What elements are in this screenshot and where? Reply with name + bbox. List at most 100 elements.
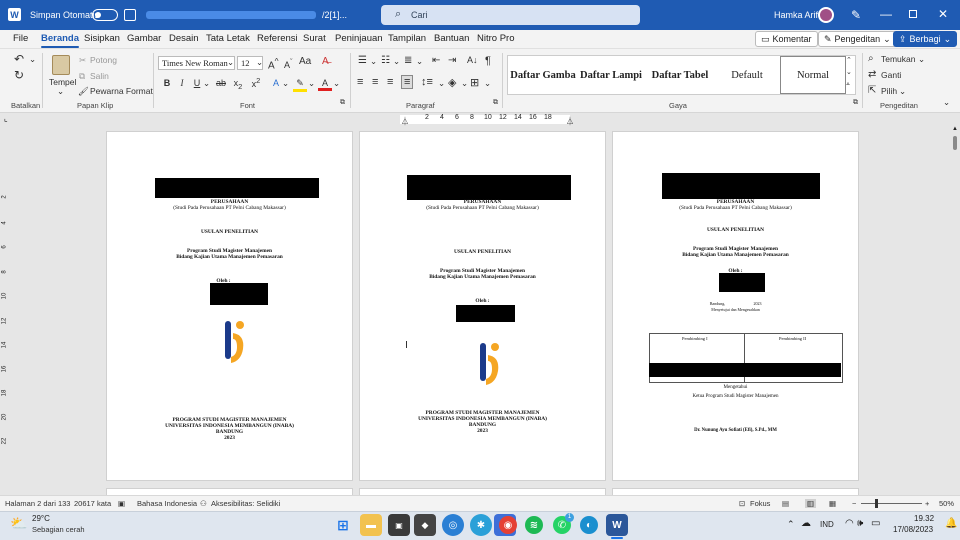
document-page-1[interactable]: PERUSAHAAN (Studi Pada Perusahaan PT Pel… <box>106 131 353 481</box>
text-effects-dropdown-icon[interactable]: ⌄ <box>282 78 289 89</box>
line-spacing-dropdown-icon[interactable]: ⌄ <box>438 78 445 89</box>
borders-icon[interactable]: ⊞ <box>470 76 479 89</box>
tab-desain[interactable]: Desain <box>169 33 199 44</box>
cut-icon[interactable]: ✂ <box>79 55 86 66</box>
replace-button[interactable]: Ganti <box>881 70 901 80</box>
tab-tampilan[interactable]: Tampilan <box>388 33 426 44</box>
app-icon-cube[interactable]: ◆ <box>414 514 436 536</box>
read-mode-icon[interactable]: ▤ <box>782 499 789 508</box>
collapse-ribbon-icon[interactable]: ⌄ <box>943 97 950 108</box>
weather-desc[interactable]: Sebagian cerah <box>32 525 85 534</box>
share-button[interactable]: ⇪ Berbagi ⌄ <box>893 31 958 47</box>
tab-tata-letak[interactable]: Tata Letak <box>206 33 250 44</box>
document-area[interactable]: PERUSAHAAN (Studi Pada Perusahaan PT Pel… <box>14 126 960 495</box>
font-color-icon[interactable]: A <box>318 78 332 91</box>
increase-indent-icon[interactable]: ⇥ <box>448 55 456 66</box>
word-taskbar-icon[interactable]: W <box>606 514 628 536</box>
strikethrough-icon[interactable]: ab <box>214 78 228 88</box>
replace-icon[interactable]: ⇄ <box>868 69 876 80</box>
undo-icon[interactable]: ↶ <box>14 52 24 66</box>
wifi-icon[interactable]: ◠ <box>845 518 854 529</box>
change-case-icon[interactable]: Aa <box>299 56 311 67</box>
grow-font-icon[interactable]: A^ <box>268 56 279 71</box>
find-icon[interactable]: ⌕ <box>868 53 874 64</box>
paste-icon[interactable] <box>52 55 70 75</box>
minimize-icon[interactable]: — <box>880 7 892 21</box>
justify-icon[interactable]: ≡ <box>401 75 414 89</box>
web-layout-icon[interactable]: ▦ <box>829 499 836 508</box>
tab-beranda[interactable]: Beranda <box>41 33 80 48</box>
find-dropdown-icon[interactable]: ⌄ <box>918 54 925 65</box>
superscript-icon[interactable]: x2 <box>249 76 263 89</box>
onedrive-icon[interactable]: ☁ <box>801 518 811 529</box>
zoom-in-icon[interactable]: + <box>925 499 929 508</box>
horizontal-ruler[interactable]: 2 4 6 8 10 12 14 16 18 ⏃ ⏃ ⌞ <box>0 113 960 126</box>
select-button[interactable]: Pilih <box>881 86 897 96</box>
clock-date[interactable]: 17/08/2023 <box>893 525 933 534</box>
styles-more-icon[interactable]: ⩡ <box>846 81 850 89</box>
spotify-icon[interactable]: ≋ <box>525 516 543 534</box>
tab-file[interactable]: File <box>13 33 28 44</box>
numbering-dropdown-icon[interactable]: ⌄ <box>393 56 400 67</box>
file-explorer-icon[interactable]: ▬ <box>360 514 382 536</box>
text-effects-icon[interactable]: A <box>269 78 283 88</box>
proofing-icon[interactable]: ▣ <box>118 499 125 508</box>
globe-app-icon[interactable]: ◎ <box>442 514 464 536</box>
weather-temp[interactable]: 29°C <box>32 514 50 523</box>
style-daftar-gambar[interactable]: Daftar Gamba <box>510 56 576 94</box>
format-painter-button[interactable]: Pewarna Format <box>90 86 153 96</box>
weather-icon[interactable]: ⛅ <box>10 515 27 532</box>
highlight-dropdown-icon[interactable]: ⌄ <box>308 78 315 89</box>
comment-button[interactable]: ▭ Komentar <box>755 31 818 47</box>
undo-dropdown-icon[interactable]: ⌄ <box>29 54 36 65</box>
settings-app-icon[interactable]: ✱ <box>470 514 492 536</box>
volume-icon[interactable]: 🕪 <box>857 518 863 529</box>
editing-mode-button[interactable]: ✎ Pengeditan ⌄ <box>818 31 897 47</box>
select-icon[interactable]: ⇱ <box>868 85 876 96</box>
scroll-thumb[interactable] <box>953 136 957 150</box>
zoom-slider[interactable] <box>861 503 922 504</box>
multilevel-list-dropdown-icon[interactable]: ⌄ <box>416 56 423 67</box>
language-status[interactable]: Bahasa Indonesia <box>137 499 197 508</box>
show-hidden-icons-icon[interactable]: ⌃ <box>787 519 795 530</box>
tab-surat[interactable]: Surat <box>303 33 326 44</box>
italic-icon[interactable]: I <box>175 78 189 88</box>
subscript-icon[interactable]: x2 <box>231 78 245 91</box>
battery-icon[interactable]: ▭ <box>871 518 880 529</box>
align-right-icon[interactable]: ≡ <box>387 76 393 88</box>
find-button[interactable]: Temukan <box>881 54 916 64</box>
clear-format-icon[interactable]: A̶ <box>322 56 329 67</box>
zoom-out-icon[interactable]: − <box>852 499 856 508</box>
page-count[interactable]: Halaman 2 dari 133 <box>5 499 70 508</box>
accessibility-icon[interactable]: ⚇ <box>200 499 207 508</box>
store-icon[interactable]: ▣ <box>388 514 410 536</box>
scroll-up-icon[interactable]: ▲ <box>952 126 958 132</box>
bullets-dropdown-icon[interactable]: ⌄ <box>370 56 377 67</box>
focus-icon[interactable]: ⊡ <box>739 499 745 508</box>
cut-button[interactable]: Potong <box>90 55 117 65</box>
borders-dropdown-icon[interactable]: ⌄ <box>484 78 491 89</box>
restore-icon[interactable] <box>909 10 917 18</box>
numbering-icon[interactable]: ☷ <box>381 55 390 66</box>
style-daftar-lampiran[interactable]: Daftar Lampi <box>578 56 644 94</box>
vertical-ruler[interactable]: 2 4 6 8 10 12 14 16 18 20 22 <box>0 126 14 486</box>
font-name-dropdown-icon[interactable]: ⌄ <box>227 57 234 68</box>
tab-nitro-pro[interactable]: Nitro Pro <box>477 33 514 44</box>
highlight-icon[interactable]: ✎ <box>293 78 307 92</box>
avatar[interactable] <box>818 7 834 23</box>
document-title-suffix[interactable]: /2[1]... <box>322 10 347 20</box>
word-count[interactable]: 20617 kata <box>74 499 111 508</box>
document-page-5-top[interactable] <box>359 488 606 495</box>
styles-dialog-launcher-icon[interactable]: ⧉ <box>853 99 858 107</box>
font-color-dropdown-icon[interactable]: ⌄ <box>333 78 340 89</box>
document-page-2[interactable]: PERUSAHAAN (Studi Pada Perusahaan PT Pel… <box>359 131 606 481</box>
document-page-6-top[interactable] <box>612 488 859 495</box>
shrink-font-icon[interactable]: Aˇ <box>284 57 293 70</box>
copy-button[interactable]: Salin <box>90 71 109 81</box>
font-name-select[interactable]: Times New Roman <box>158 56 235 70</box>
sort-icon[interactable]: A↓ <box>467 55 478 65</box>
vertical-scrollbar[interactable]: ▲ <box>951 126 959 495</box>
autosave-toggle[interactable] <box>92 9 118 21</box>
style-normal[interactable]: Normal <box>780 56 846 94</box>
bullets-icon[interactable]: ☰ <box>358 55 367 66</box>
